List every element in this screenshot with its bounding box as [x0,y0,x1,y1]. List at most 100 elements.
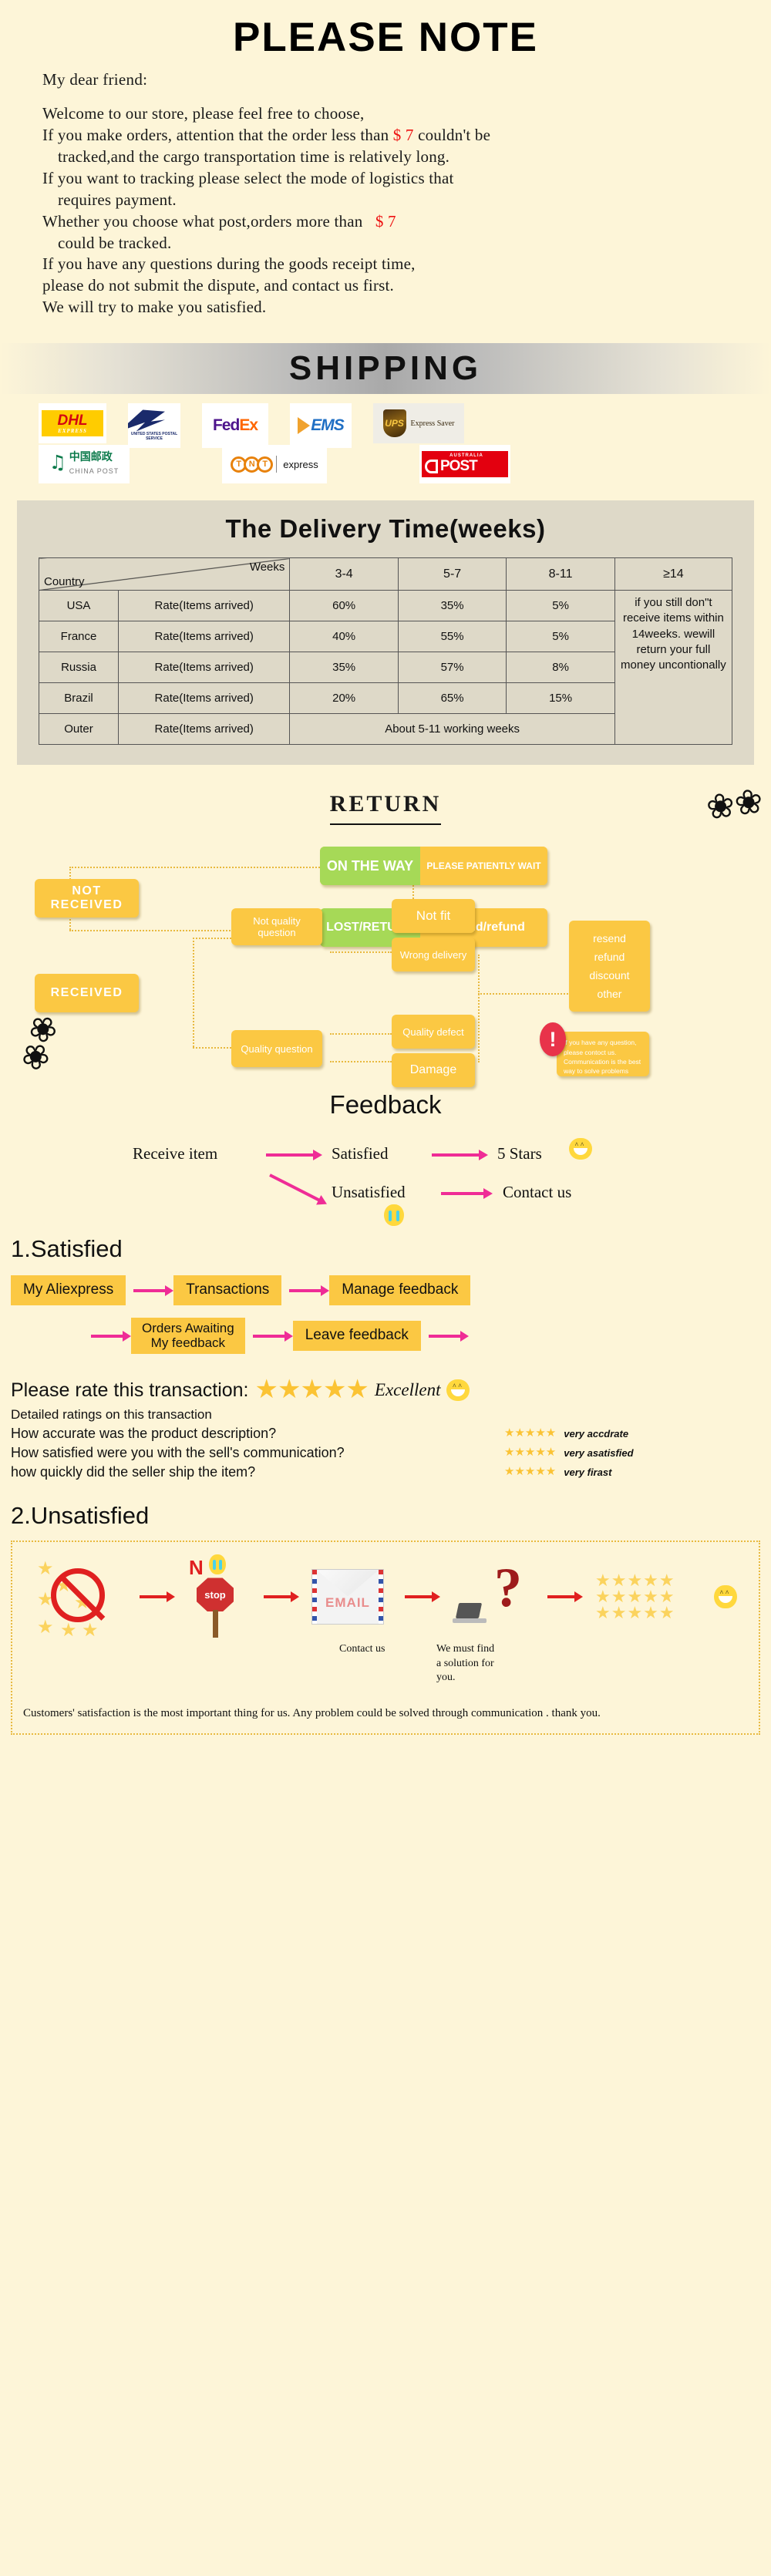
cell-rate-value-0: 35% [289,652,399,684]
outcome-refund: refund [594,951,625,964]
note-line-0: Welcome to our store, please feel free t… [42,104,365,123]
tnt-letter-t2: T [257,456,274,473]
note-line-5: Whether you choose what post,orders more… [42,211,736,233]
australia-post-emblem-icon [425,460,438,474]
cell-rate-value-0: 20% [289,682,399,715]
note-line-9: We will try to make you satisfied. [42,298,267,317]
rejected-stars-group: ★ ★ ★ ★ ★ ★ ★ [34,1554,119,1641]
flow-box-not-fit: Not fit [392,899,475,934]
usps-logo-icon: UNITED STATES POSTAL SERVICE [128,403,180,449]
smiley-eyes: ^^ [574,1141,587,1150]
step-my-aliexpress[interactable]: My Aliexpress [11,1275,126,1306]
cell-rate-label: Rate(Items arrived) [117,652,291,684]
tnt-express-text: express [283,458,318,470]
note-line-8: please do not submit the dispute, and co… [42,276,394,295]
tear-right [219,1560,222,1571]
price-threshold: $ 7 [375,211,396,231]
satisfied-section: 1.Satisfied My Aliexpress Transactions M… [0,1235,771,1355]
cell-rate-value-2: 15% [506,682,615,715]
star-row: ★★★★★ [595,1602,675,1622]
ups-sublabel: Express Saver [410,419,455,428]
rate-subtitle: Detailed ratings on this transaction [11,1407,212,1423]
stop-sign-pole [213,1610,218,1638]
please-note-title: PLEASE NOTE [232,15,538,60]
china-post-en-text: CHINA POST [69,467,120,476]
rate-stars-1[interactable]: ★★★★★ [504,1447,556,1459]
ems-wordmark: EMS [311,416,345,435]
no-letter-label: N [189,1556,204,1580]
arrow-solution-to-stars [547,1591,583,1603]
note-text: If you make orders, attention that the o… [42,125,393,144]
rate-stars-2[interactable]: ★★★★★ [504,1466,556,1478]
outcome-other: other [597,988,622,1001]
on-the-way-label: ON THE WAY [320,847,420,886]
cell-country: Brazil [39,682,119,715]
return-section: ❀❀ ❀❀ RETURN ON THE WAY PLEASE PATIENTLY… [0,782,771,1088]
cell-rate-value-2: 8% [506,652,615,684]
unsatisfied-heading: 2.Unsatisfied [11,1502,150,1530]
china-post-logo-icon: ♫ 中国邮政 CHINA POST [39,445,130,484]
cell-country-outer: Outer [39,713,119,746]
step-leave-feedback[interactable]: Leave feedback [292,1321,421,1352]
step-transactions[interactable]: Transactions [173,1275,282,1306]
delivery-time-section: The Delivery Time(weeks) Weeks Country 3-4… [17,500,754,766]
arrow-leave-feedback-out [428,1330,469,1342]
connector-notreceived-top [69,867,320,869]
return-note-card: If you have any question, please contoct… [557,1032,649,1077]
email-label: EMAIL [325,1595,370,1611]
unsatisfied-panel: ★ ★ ★ ★ ★ ★ ★ N stop EMAIL ? ★★★★★ ★★★★★… [11,1541,760,1735]
smiley-mouth [574,1148,588,1156]
cell-rate-value-1: 35% [397,590,507,622]
rate-detail-rows: How accurate was the product description… [11,1426,760,1480]
satisfied-chain-row-2: Orders Awaiting My feedback Leave feedba… [11,1318,771,1355]
feedback-contact-us: Contact us [503,1183,572,1202]
note-greeting: My dear friend: [42,70,148,89]
dhl-wordmark: DHL [57,412,88,429]
step-manage-feedback[interactable]: Manage feedback [329,1275,471,1306]
connector-notquality-wrong [330,951,392,954]
connector-received-up [193,938,231,940]
caption-contact-us: Contact us [339,1643,386,1655]
rate-overall-stars[interactable]: ★★★★★ [255,1377,369,1403]
smiley-excellent-icon: ^^ [446,1379,470,1402]
cell-rate-value-0: 60% [289,590,399,622]
flow-box-outcomes: resend refund discount other [569,921,650,1012]
flow-box-not-received: NOT RECEIVED [35,879,139,918]
cell-country: USA [39,590,119,622]
smiley-excellent-eyes: ^^ [453,1382,464,1391]
feedback-unsatisfied: Unsatisfied [332,1183,406,1202]
connector-quality-defect [330,1033,392,1035]
step-orders-awaiting-my-feedback[interactable]: Orders Awaiting My feedback [131,1318,245,1355]
delivery-corner-cell: Weeks Country [38,557,291,591]
tear-right [396,1211,399,1222]
rate-answer-2: very firast [564,1466,612,1479]
smiley-final-mouth [719,1596,732,1604]
china-post-cn-text: 中国邮政 [69,451,113,464]
ups-logo-icon: UPS Express Saver [373,403,464,444]
unsatisfied-footer-text: Customers' satisfaction is the most impo… [23,1707,601,1720]
shipping-title: SHIPPING [288,349,483,388]
exclamation-icon: ! [540,1022,566,1057]
connector-quality-damage [330,1061,392,1063]
arrow-email-to-solution [404,1591,440,1603]
ems-logo-icon: EMS [290,403,352,449]
unsatisfied-section: 2.Unsatisfied ★ ★ ★ ★ ★ ★ ★ N stop EMAIL… [0,1502,771,1749]
question-solution-group: ? [453,1560,527,1634]
on-the-way-action-label: PLEASE PATIENTLY WAIT [420,847,547,886]
rate-stars-0[interactable]: ★★★★★ [504,1428,556,1440]
note-line-6: could be tracked. [58,233,172,252]
rate-question-1: How satisfied were you with the sell's c… [11,1445,345,1461]
ems-triangle-icon [298,417,311,435]
flow-box-quality-defect: Quality defect [392,1015,475,1049]
usps-eagle-icon [128,409,165,432]
smiley-happy-icon-final: ^^ [714,1585,737,1609]
cell-country: France [39,621,119,653]
carrier-logo-grid: DHL EXPRESS UNITED STATES POSTAL SERVICE… [0,394,771,488]
arrow-transactions-to-manage [289,1285,330,1296]
arrow-into-orders-awaiting [91,1330,131,1342]
final-stars-group: ★★★★★ ★★★★★ ★★★★★ ^^ [595,1572,737,1622]
cell-rate-value-1: 65% [397,682,507,715]
delivery-header-row: Weeks Country 3-4 5-7 8-11 ≥14 [38,557,733,591]
ups-shield-icon: UPS [382,409,406,438]
flow-box-quality-question: Quality question [231,1030,322,1068]
